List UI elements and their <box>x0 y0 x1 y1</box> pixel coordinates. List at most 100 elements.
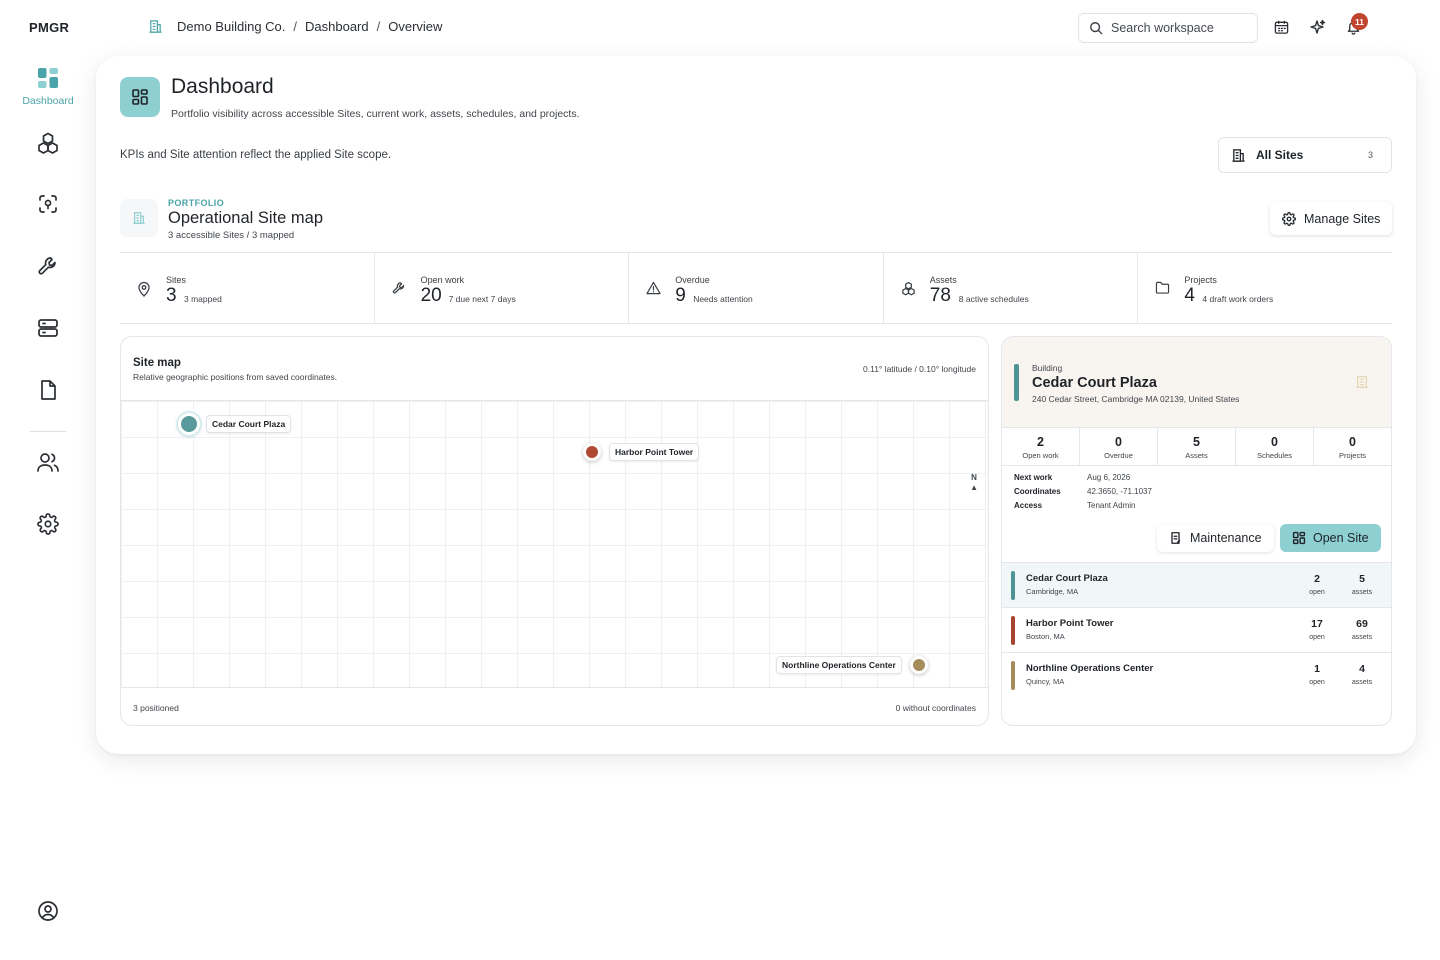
kpi-sites[interactable]: Sites 3 3 mapped <box>120 253 375 323</box>
site-color-bar <box>1011 616 1015 645</box>
wrench-icon <box>392 282 404 294</box>
breadcrumb-dashboard[interactable]: Dashboard <box>305 19 369 34</box>
site-stat-assets: 5 Assets <box>1158 428 1236 465</box>
list-item[interactable]: Cedar Court Plaza Cambridge, MA 2 open 5… <box>1002 563 1391 608</box>
field-value: Aug 6, 2026 <box>1087 473 1131 482</box>
building-icon <box>149 20 162 33</box>
site-map-title: Site map <box>133 357 181 369</box>
server-icon <box>38 319 58 337</box>
notification-badge: 11 <box>1351 13 1368 30</box>
open-site-label: Open Site <box>1313 531 1369 545</box>
kpi-assets[interactable]: Assets 78 8 active schedules <box>884 253 1139 323</box>
sidebar-item-people[interactable] <box>0 451 96 473</box>
portfolio-title: Operational Site map <box>168 209 324 227</box>
site-map-scale: 0.11° latitude / 0.10° longitude <box>863 364 976 374</box>
site-stat-schedules: 0 Schedules <box>1236 428 1314 465</box>
wrench-icon <box>38 257 56 275</box>
stat-label: Projects <box>1338 451 1367 460</box>
site-color-accent <box>1014 364 1019 401</box>
kpi-value: 20 <box>420 285 442 306</box>
manage-sites-label: Manage Sites <box>1304 211 1381 226</box>
kpi-value: 9 <box>675 285 686 306</box>
kpi-label: Overdue <box>675 275 710 285</box>
site-location: Quincy, MA <box>1026 677 1065 686</box>
site-map-grid[interactable]: N ▲ Cedar Court Plaza Harbor Point Tower … <box>121 400 988 688</box>
maintenance-button[interactable]: Maintenance <box>1157 524 1274 552</box>
building-icon <box>1232 148 1245 162</box>
search-input[interactable]: Search workspace <box>1078 13 1258 43</box>
document-icon <box>41 380 56 400</box>
stat-label: Open work <box>1022 451 1059 460</box>
stat-value: 5 <box>1193 435 1200 449</box>
breadcrumb-separator: / <box>376 19 381 34</box>
site-color-bar <box>1011 661 1015 690</box>
site-type: Building <box>1032 363 1063 373</box>
sparkles-icon <box>1310 19 1326 34</box>
kpi-note: 7 due next 7 days <box>448 294 516 304</box>
assets-icon <box>902 281 915 296</box>
sidebar-item-account[interactable] <box>0 900 96 922</box>
kpi-note: 3 mapped <box>184 294 222 304</box>
kpi-overdue[interactable]: Overdue 9 Needs attention <box>629 253 884 323</box>
site-name: Harbor Point Tower <box>1026 618 1114 629</box>
breadcrumb: Demo Building Co. / Dashboard / Overview <box>148 19 442 34</box>
site-assets-count: 4 <box>1359 663 1365 675</box>
breadcrumb-separator: / <box>293 19 298 34</box>
site-open-count: 2 <box>1314 573 1320 585</box>
map-pin-label[interactable]: Harbor Point Tower <box>609 443 700 461</box>
map-pin-cedar-court[interactable] <box>178 413 200 435</box>
site-map-positioned: 3 positioned <box>133 703 179 713</box>
field-next-work: Next work Aug 6, 2026 <box>1014 473 1130 482</box>
kpi-value: 78 <box>929 285 951 306</box>
clipboard-icon <box>1171 532 1181 544</box>
grid-icon <box>1292 531 1306 545</box>
site-open-label: open <box>1309 679 1325 686</box>
search-placeholder: Search workspace <box>1111 21 1214 35</box>
field-value: 42.3650, -71.1037 <box>1087 487 1152 496</box>
calendar-button[interactable] <box>1274 19 1289 40</box>
page-subtitle: Portfolio visibility across accessible S… <box>171 108 580 120</box>
search-icon <box>1090 22 1103 35</box>
scope-note: KPIs and Site attention reflect the appl… <box>120 149 392 161</box>
field-coordinates: Coordinates 42.3650, -71.1037 <box>1014 487 1152 496</box>
map-pin-harbor-point[interactable] <box>583 443 601 461</box>
map-pin-label[interactable]: Cedar Court Plaza <box>206 415 292 433</box>
gear-icon <box>1282 211 1296 226</box>
sidebar-item-settings[interactable] <box>0 513 96 535</box>
map-pin-northline[interactable] <box>910 656 928 674</box>
kpi-label: Projects <box>1184 275 1217 285</box>
app-brand[interactable]: PMGR <box>29 20 69 35</box>
stat-value: 0 <box>1271 435 1278 449</box>
stat-value: 0 <box>1349 435 1356 449</box>
kpi-label: Open work <box>420 275 465 285</box>
list-item[interactable]: Northline Operations Center Quincy, MA 1… <box>1002 653 1391 698</box>
north-indicator: N ▲ <box>970 473 978 492</box>
field-access: Access Tenant Admin <box>1014 501 1135 510</box>
sidebar-item-dashboard[interactable]: Dashboard <box>0 67 96 107</box>
manage-sites-button[interactable]: Manage Sites <box>1270 202 1392 235</box>
open-site-button[interactable]: Open Site <box>1280 524 1381 552</box>
site-assets-label: assets <box>1351 679 1373 686</box>
breadcrumb-org[interactable]: Demo Building Co. <box>177 19 285 34</box>
site-location: Boston, MA <box>1026 632 1065 641</box>
sidebar-item-locations[interactable] <box>0 193 96 215</box>
ai-assistant-button[interactable] <box>1310 19 1326 40</box>
site-map-subtitle: Relative geographic positions from saved… <box>133 372 338 382</box>
map-pin-label[interactable]: Northline Operations Center <box>776 656 902 674</box>
kpi-value: 4 <box>1184 285 1195 306</box>
list-item[interactable]: Harbor Point Tower Boston, MA 17 open 69… <box>1002 608 1391 653</box>
kpi-projects[interactable]: Projects 4 4 draft work orders <box>1138 253 1392 323</box>
site-detail-header: Building Cedar Court Plaza 240 Cedar Str… <box>1002 337 1391 428</box>
sidebar-item-assets[interactable] <box>0 131 96 155</box>
sidebar-item-maintenance[interactable] <box>0 255 96 277</box>
site-address: 240 Cedar Street, Cambridge MA 02139, Un… <box>1032 394 1240 404</box>
portfolio-subtitle: 3 accessible Sites / 3 mapped <box>168 230 295 241</box>
field-key: Next work <box>1014 473 1053 482</box>
sidebar-item-storage[interactable] <box>0 317 96 339</box>
sidebar-item-documents[interactable] <box>0 379 96 401</box>
calendar-icon <box>1274 20 1289 34</box>
north-label: N <box>971 473 977 482</box>
site-map-missing: 0 without coordinates <box>895 703 976 713</box>
kpi-open-work[interactable]: Open work 20 7 due next 7 days <box>375 253 630 323</box>
site-scope-select[interactable]: All Sites 3 <box>1218 137 1392 173</box>
